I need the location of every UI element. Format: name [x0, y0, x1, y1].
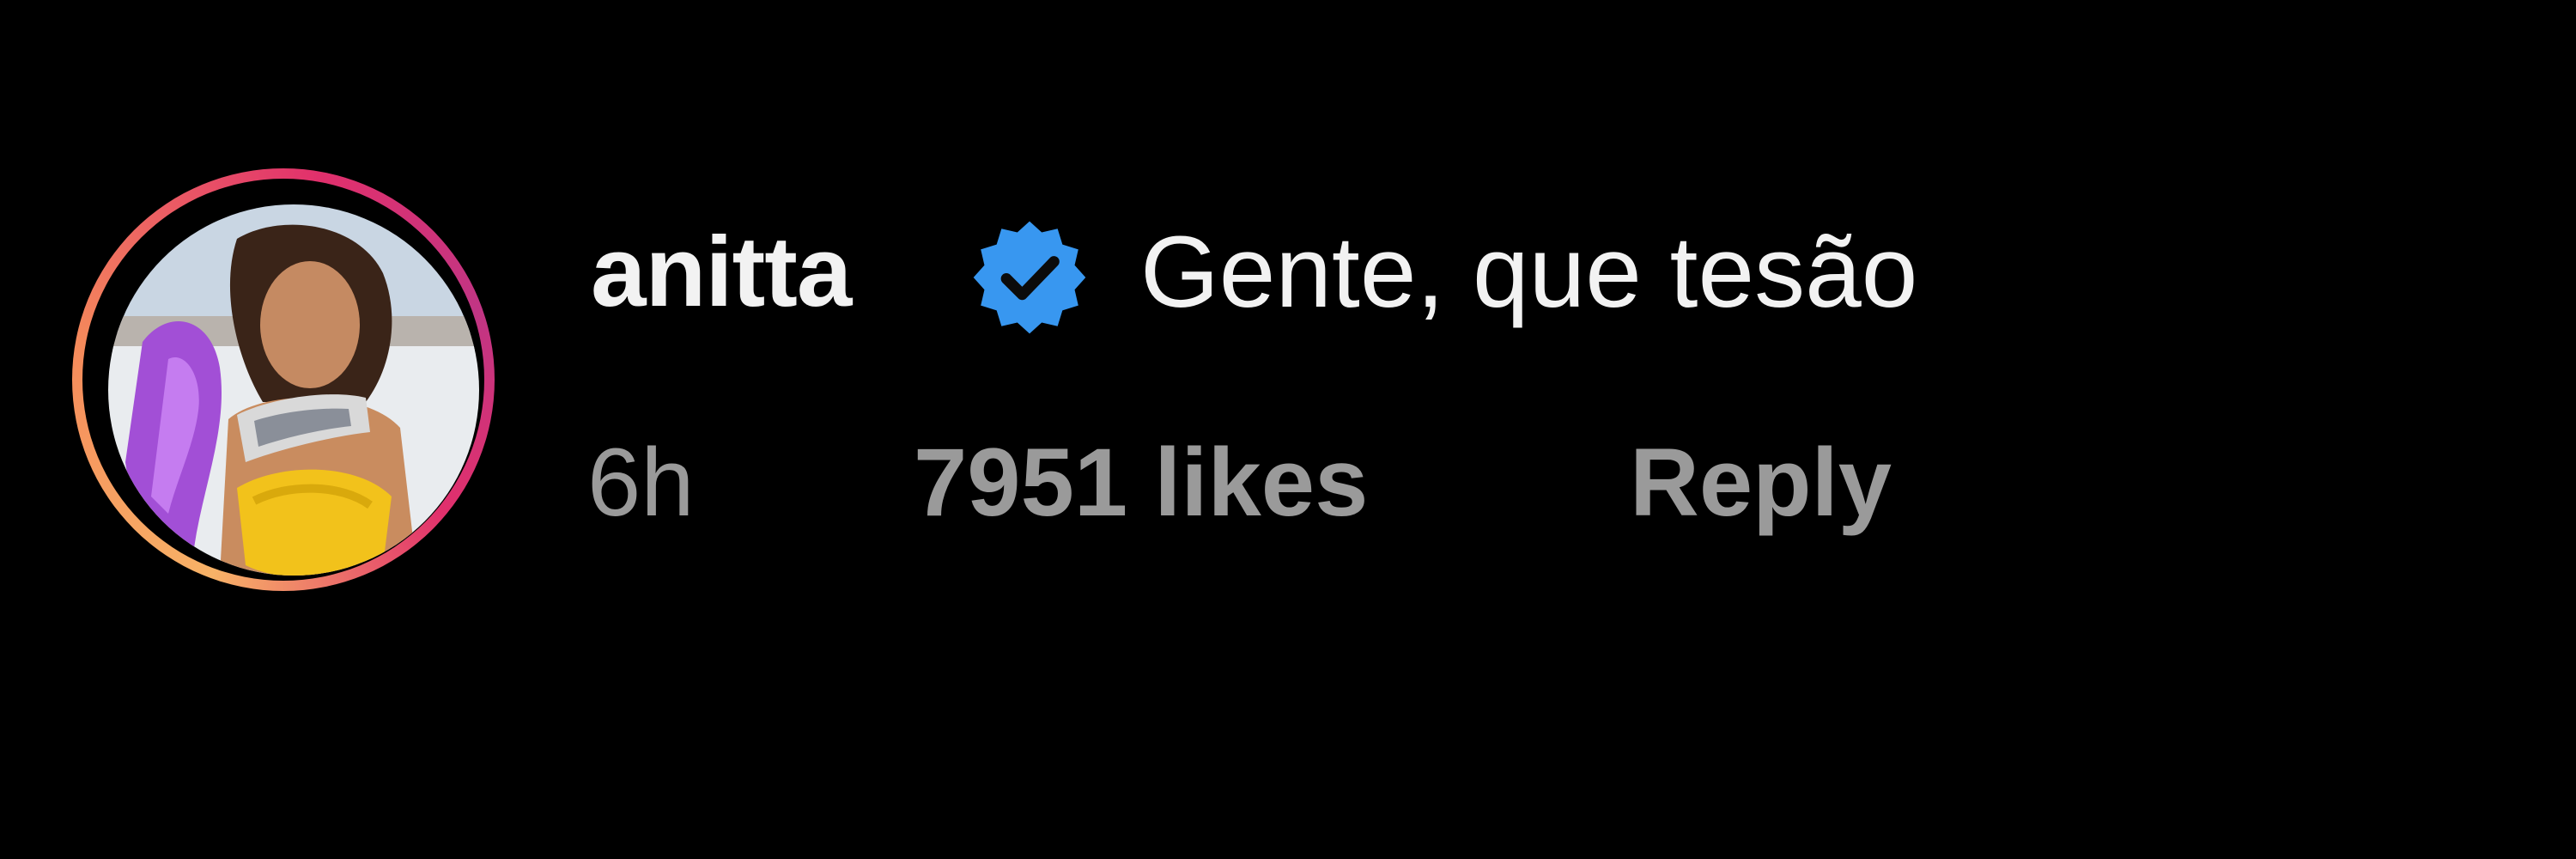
comment-text: Gente, que tesão [1140, 216, 1918, 329]
verified-badge-icon [969, 216, 1091, 338]
comment-row: anitta Gente, que tesão 6h 7951 likes Re… [0, 0, 2576, 859]
avatar[interactable] [72, 168, 495, 591]
comment-timestamp: 6h [587, 429, 695, 536]
avatar-photo [108, 204, 479, 576]
reply-button[interactable]: Reply [1630, 435, 1892, 531]
avatar-image [108, 204, 479, 576]
username[interactable]: anitta [591, 222, 852, 321]
avatar-ring-gap [82, 179, 484, 581]
likes-count[interactable]: 7951 likes [914, 435, 1368, 531]
